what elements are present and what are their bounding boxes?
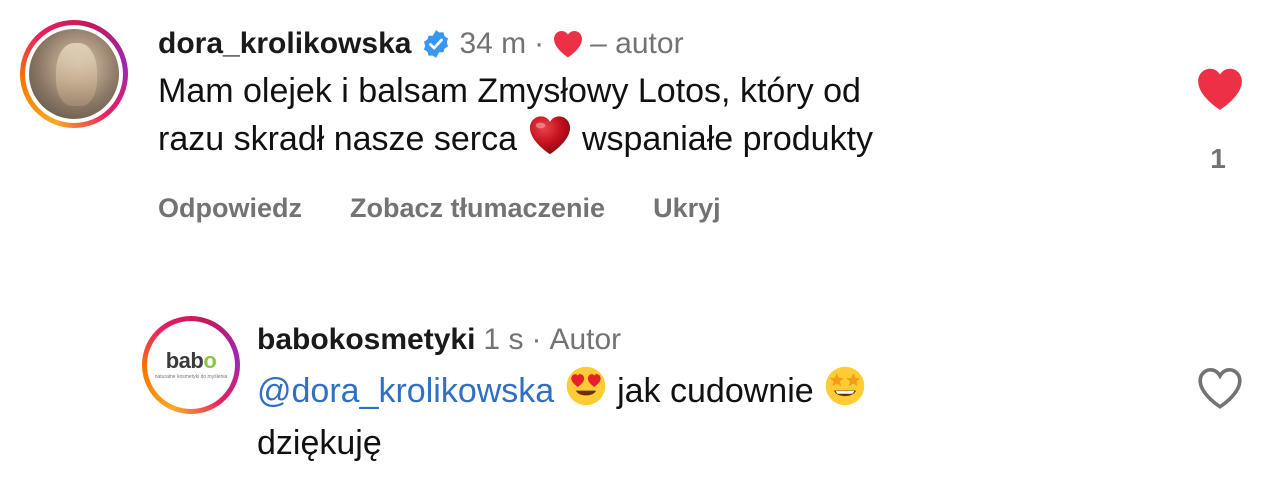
author-label: – autor xyxy=(590,27,684,60)
comment-text: @dora_krolikowska jak cudownie dziękuję xyxy=(257,364,867,466)
comment-text-line2: dziękuję xyxy=(257,424,382,462)
profile-photo xyxy=(29,29,119,119)
star-struck-emoji-icon xyxy=(823,364,867,420)
comment-dora: dora_krolikowska 34 m · – autor Mam olej… xyxy=(158,22,873,168)
username[interactable]: dora_krolikowska xyxy=(158,27,411,61)
like-count[interactable]: 1 xyxy=(1204,143,1232,175)
like-button-outline-heart-icon[interactable] xyxy=(1195,365,1245,411)
reply-button[interactable]: Odpowiedz xyxy=(158,193,302,224)
mention-link[interactable]: @dora_krolikowska xyxy=(257,372,554,410)
comment-text-line1: @dora_krolikowska jak cudownie xyxy=(257,364,867,420)
verified-badge-icon xyxy=(421,29,451,59)
avatar-dora-krolikowska[interactable] xyxy=(20,20,128,128)
separator-dot: · xyxy=(531,323,542,356)
comment-text-line2: razu skradł nasze serca wspaniałe produk… xyxy=(158,114,873,168)
avatar-babokosmetyki[interactable]: babo naturalne kosmetyki do myślenia xyxy=(142,316,240,414)
babo-logo-tagline: naturalne kosmetyki do myślenia xyxy=(154,374,228,380)
red-heart-emoji-icon xyxy=(527,114,573,168)
comment-text-part: wspaniałe produkty xyxy=(581,120,874,158)
username[interactable]: babokosmetyki xyxy=(257,323,475,357)
avatar-ring-gap: babo naturalne kosmetyki do myślenia xyxy=(147,321,235,409)
comment-actions: Odpowiedz Zobacz tłumaczenie Ukryj xyxy=(158,193,721,224)
comment-time: 1 s xyxy=(483,323,524,356)
see-translation-button[interactable]: Zobacz tłumaczenie xyxy=(350,193,605,224)
hide-button[interactable]: Ukryj xyxy=(653,193,721,224)
comment-babo: babokosmetyki 1 s · Autor @dora_krolikow… xyxy=(257,318,867,466)
comment-text-part: razu skradł nasze serca xyxy=(158,120,518,158)
author-label: Autor xyxy=(549,323,622,356)
babo-logo-wordmark: babo xyxy=(165,348,217,373)
comment-text: Mam olejek i balsam Zmysłowy Lotos, któr… xyxy=(158,68,873,168)
comment-meta: dora_krolikowska 34 m · – autor xyxy=(158,22,873,66)
separator-dot: · xyxy=(534,27,545,60)
heart-eyes-emoji-icon xyxy=(564,364,608,420)
comment-text-part: jak cudownie xyxy=(617,372,814,410)
babo-logo: babo naturalne kosmetyki do myślenia xyxy=(151,325,231,405)
creator-liked-heart-icon xyxy=(552,29,584,59)
comment-meta: babokosmetyki 1 s · Autor xyxy=(257,318,867,362)
avatar-ring-gap xyxy=(25,25,123,123)
comment-time: 34 m xyxy=(459,27,527,60)
comment-text-line1: Mam olejek i balsam Zmysłowy Lotos, któr… xyxy=(158,72,861,110)
like-button-filled-heart-icon[interactable] xyxy=(1195,66,1245,112)
